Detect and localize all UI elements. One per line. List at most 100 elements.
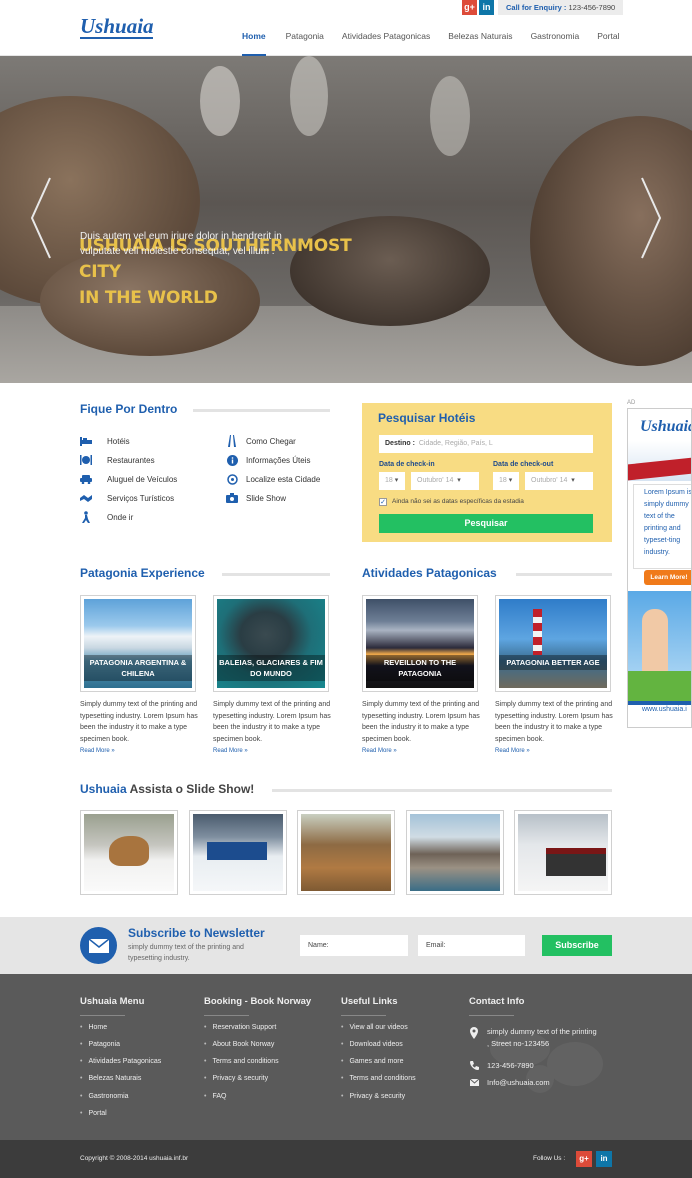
checkin-day-select[interactable]: 18 ▾ bbox=[379, 472, 405, 490]
thumb-image bbox=[518, 814, 608, 891]
footer-link[interactable]: About Book Norway bbox=[204, 1041, 274, 1048]
card-caption: REVEILLON TO THE PATAGONIA bbox=[366, 655, 474, 681]
newsletter-title: Subscribe to Newsletter bbox=[128, 926, 265, 940]
penguin-shape bbox=[200, 66, 240, 136]
footer-link[interactable]: Reservation Support bbox=[204, 1024, 276, 1031]
checkout-day-select[interactable]: 18 ▾ bbox=[493, 472, 519, 490]
slide-thumb-ski[interactable] bbox=[189, 810, 287, 895]
divider bbox=[516, 573, 612, 576]
newsletter-text: simply dummy text of the printing and ty… bbox=[128, 944, 244, 962]
footer: Ushuaia Menu Home Patagonia Atividades P… bbox=[0, 974, 692, 1140]
cat-localize[interactable]: Localize esta Cidade bbox=[226, 473, 320, 485]
footer-divider bbox=[204, 1015, 249, 1016]
train-shape bbox=[546, 848, 606, 876]
footer-link[interactable]: Gastronomia bbox=[80, 1093, 128, 1100]
cat-slideshow[interactable]: Slide Show bbox=[226, 492, 286, 504]
cat-aluguel[interactable]: Aluguel de Veículos bbox=[80, 473, 177, 485]
ad-url[interactable]: www.ushuaia.i bbox=[642, 706, 687, 713]
card-better-age[interactable]: PATAGONIA BETTER AGE bbox=[495, 595, 611, 692]
nav-belezas[interactable]: Belezas Naturais bbox=[442, 31, 518, 56]
nav-gastronomia[interactable]: Gastronomia bbox=[525, 31, 586, 56]
card-baleias[interactable]: BALEIAS, GLACIARES & FIM DO MUNDO bbox=[213, 595, 329, 692]
slide-thumb-fox[interactable] bbox=[80, 810, 178, 895]
copyright-text: Copyright © 2008-2014 ushuaia.inf.br bbox=[80, 1155, 189, 1162]
fox-shape bbox=[109, 836, 149, 866]
footer-link[interactable]: Terms and conditions bbox=[204, 1058, 278, 1065]
google-plus-icon[interactable]: g+ bbox=[462, 0, 477, 15]
read-more-link[interactable]: Read More » bbox=[213, 748, 248, 754]
hero-title-line2: IN THE WORLD bbox=[79, 288, 218, 308]
nav-atividades[interactable]: Atividades Patagonicas bbox=[336, 31, 436, 56]
footer-link[interactable]: Portal bbox=[80, 1110, 106, 1117]
destino-label: Destino : bbox=[385, 440, 415, 447]
footer-link[interactable]: Games and more bbox=[341, 1058, 403, 1065]
slide-thumb-train[interactable] bbox=[514, 810, 612, 895]
checkout-month-select[interactable]: Outubro' 14 ▾ bbox=[525, 472, 593, 490]
ad-banner[interactable]: Ushuaia Lorem Ipsum is simply dummy text… bbox=[627, 408, 692, 728]
subscribe-button[interactable]: Subscribe bbox=[542, 935, 612, 956]
newsletter-bar: Subscribe to Newsletter simply dummy tex… bbox=[0, 917, 692, 974]
footer-link[interactable]: FAQ bbox=[204, 1093, 226, 1100]
cat-label: Hotéis bbox=[107, 436, 130, 446]
slide-thumb-forest[interactable] bbox=[297, 810, 395, 895]
contact-email[interactable]: Info@ushuaia.com bbox=[487, 1078, 550, 1087]
footer-link[interactable]: Privacy & security bbox=[341, 1093, 405, 1100]
name-input[interactable]: Name: bbox=[300, 935, 408, 956]
slideshow-title-bold: Ushuaia bbox=[80, 782, 127, 796]
search-button[interactable]: Pesquisar bbox=[379, 514, 593, 533]
read-more-link[interactable]: Read More » bbox=[362, 748, 397, 754]
nav-portal[interactable]: Portal bbox=[591, 31, 625, 56]
cat-label: Aluguel de Veículos bbox=[107, 474, 178, 484]
thumb-image bbox=[410, 814, 500, 891]
read-more-link[interactable]: Read More » bbox=[495, 748, 530, 754]
card-text: Simply dummy text of the printing and ty… bbox=[80, 701, 198, 743]
footer-link[interactable]: Home bbox=[80, 1024, 107, 1031]
card-patagonia-argentina[interactable]: PATAGONIA ARGENTINA & CHILENA bbox=[80, 595, 196, 692]
checkbox-label: Ainda não sei as datas específicas da es… bbox=[392, 498, 524, 505]
slide-thumb-city[interactable] bbox=[406, 810, 504, 895]
email-input[interactable]: Email: bbox=[418, 935, 525, 956]
dates-checkbox[interactable]: ✓ bbox=[379, 498, 387, 506]
checkin-month-select[interactable]: Outubro' 14 ▾ bbox=[411, 472, 479, 490]
cat-informacoes[interactable]: Informações Úteis bbox=[226, 454, 310, 466]
footer-link[interactable]: View all our videos bbox=[341, 1024, 407, 1031]
slideshow-title: Ushuaia Assista o Slide Show! bbox=[80, 782, 254, 796]
atividades-title: Atividades Patagonicas bbox=[362, 566, 497, 580]
footer-link[interactable]: Belezas Naturais bbox=[80, 1075, 141, 1082]
contact-address: simply dummy text of the printing , Stre… bbox=[487, 1027, 597, 1048]
footer-link[interactable]: Privacy & security bbox=[204, 1075, 268, 1082]
cat-hoteis[interactable]: Hotéis bbox=[80, 435, 130, 447]
road-icon bbox=[226, 435, 238, 447]
cat-onde-ir[interactable]: Onde ir bbox=[80, 511, 133, 523]
chevron-right-icon[interactable] bbox=[640, 176, 662, 260]
google-plus-icon[interactable]: g+ bbox=[576, 1151, 592, 1167]
fique-title: Fique Por Dentro bbox=[80, 402, 178, 416]
card-reveillon[interactable]: REVEILLON TO THE PATAGONIA bbox=[362, 595, 478, 692]
chevron-left-icon[interactable] bbox=[30, 176, 52, 260]
contact-phone: 123-456-7890 bbox=[487, 1061, 534, 1070]
linkedin-icon[interactable]: in bbox=[479, 0, 494, 15]
ad-tag: AD bbox=[627, 400, 636, 406]
cat-restaurantes[interactable]: Restaurantes bbox=[80, 454, 155, 466]
linkedin-icon[interactable]: in bbox=[596, 1151, 612, 1167]
divider bbox=[272, 789, 612, 792]
footer-link[interactable]: Download videos bbox=[341, 1041, 402, 1048]
nav-patagonia[interactable]: Patagonia bbox=[280, 31, 330, 56]
footer-link[interactable]: Patagonia bbox=[80, 1041, 120, 1048]
ad-learn-more-button[interactable]: Learn More! bbox=[644, 570, 691, 585]
read-more-link[interactable]: Read More » bbox=[80, 748, 115, 754]
cat-como-chegar[interactable]: Como Chegar bbox=[226, 435, 296, 447]
footer-link[interactable]: Terms and conditions bbox=[341, 1075, 415, 1082]
footer-link[interactable]: Atividades Patagonicas bbox=[80, 1058, 161, 1065]
cat-servicos[interactable]: Serviços Turísticos bbox=[80, 492, 174, 504]
camera-icon bbox=[226, 492, 238, 504]
envelope-icon bbox=[80, 927, 117, 964]
footer-col3-title: Useful Links bbox=[341, 996, 398, 1007]
thumb-image bbox=[193, 814, 283, 891]
select-value: Outubro' 14 bbox=[531, 477, 568, 484]
logo[interactable]: Ushuaia bbox=[80, 14, 154, 39]
nav-home[interactable]: Home bbox=[236, 31, 272, 56]
destino-field[interactable]: Destino : Cidade, Região, País, L bbox=[379, 435, 593, 453]
cat-label: Localize esta Cidade bbox=[246, 474, 321, 484]
patagonia-title: Patagonia Experience bbox=[80, 566, 205, 580]
